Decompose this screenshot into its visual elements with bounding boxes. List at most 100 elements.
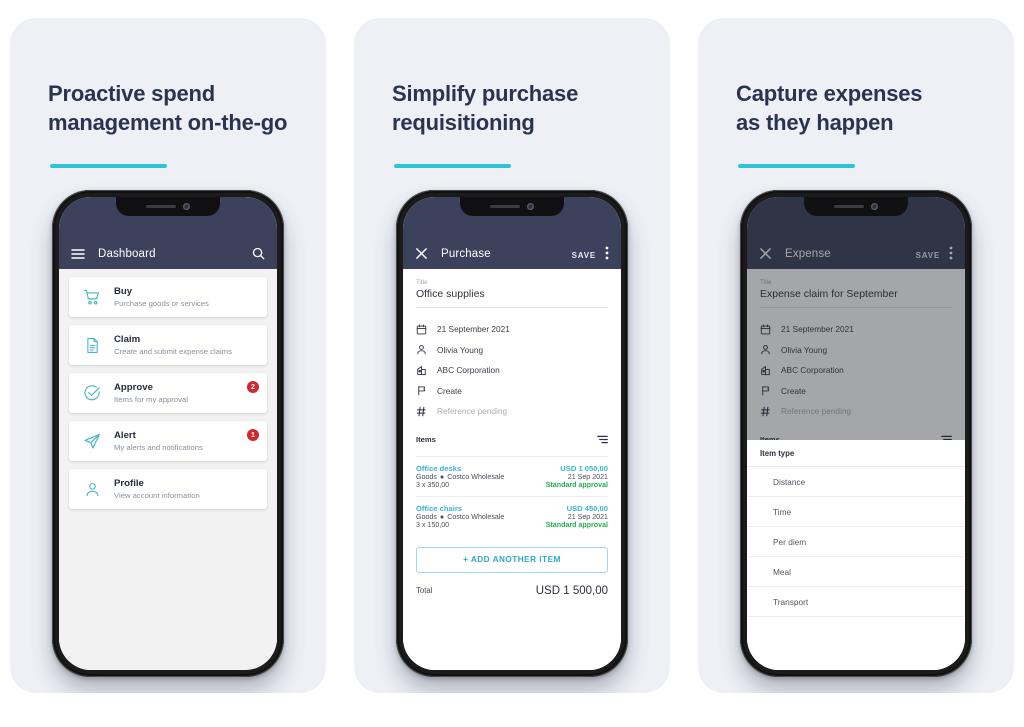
- card-subtitle: Create and submit expense claims: [114, 347, 232, 356]
- promo-panel-purchase: Simplify purchase requisitioning Purchas…: [354, 18, 670, 693]
- front-camera-icon: [183, 203, 190, 210]
- card-title: Alert: [114, 430, 136, 441]
- calendar-icon: [416, 324, 437, 335]
- earpiece-speaker-icon: [834, 204, 864, 209]
- item-type-option-transport[interactable]: Transport: [747, 587, 965, 617]
- earpiece-speaker-icon: [146, 204, 176, 209]
- detail-row-company[interactable]: ABC Corporation: [416, 360, 608, 381]
- line-item-name: Office desks: [416, 463, 462, 473]
- line-item-category: Goods: [416, 472, 437, 481]
- panel-headline-2: Simplify purchase requisitioning: [392, 81, 579, 135]
- card-title: Profile: [114, 478, 144, 489]
- line-item-amount: USD 450,00: [566, 503, 608, 513]
- card-title: Buy: [114, 286, 133, 297]
- dashboard-card-profile[interactable]: Profile View account information: [69, 469, 267, 509]
- dashboard-card-claim[interactable]: Claim Create and submit expense claims: [69, 325, 267, 365]
- detail-row-reference[interactable]: Reference pending: [416, 401, 608, 422]
- app-bar-title: Dashboard: [98, 248, 156, 260]
- headline-underline-3: [738, 164, 855, 168]
- detail-row-status[interactable]: Create: [416, 381, 608, 402]
- paper-plane-icon: [79, 432, 105, 450]
- shopping-cart-icon: [79, 288, 105, 306]
- person-icon: [416, 344, 437, 355]
- card-title: Claim: [114, 334, 141, 345]
- hash-icon: [416, 406, 437, 417]
- title-field-label: Title: [416, 279, 428, 286]
- phone-mockup-2: Purchase SAVE Title Office supplies 21 S…: [396, 190, 628, 677]
- headline-underline-2: [394, 164, 511, 168]
- separator-dot: ●: [439, 512, 445, 521]
- add-another-item-button[interactable]: + ADD ANOTHER ITEM: [416, 546, 608, 573]
- total-value: USD 1 500,00: [535, 584, 608, 597]
- front-camera-icon: [871, 203, 878, 210]
- phone-notch-2: [460, 197, 564, 216]
- line-item-quantity: 3 x 350,00: [416, 480, 450, 489]
- phone-mockup-3: Expense SAVE Title Expense claim for Sep…: [740, 190, 972, 677]
- headline-underline-1: [50, 164, 167, 168]
- dashboard-card-list: Buy Purchase goods or services Claim Cre…: [59, 269, 277, 670]
- line-item-amount: USD 1 050,00: [560, 463, 608, 473]
- status-badge: 1: [247, 429, 259, 441]
- sort-filter-icon[interactable]: [597, 431, 608, 449]
- phone-mockup-1: Dashboard Buy Purchase goods or services…: [52, 190, 284, 677]
- dashboard-card-buy[interactable]: Buy Purchase goods or services: [69, 277, 267, 317]
- earpiece-speaker-icon: [490, 204, 520, 209]
- line-item-status: Standard approval: [545, 520, 608, 529]
- detail-row-text: 21 September 2021: [437, 324, 510, 335]
- card-subtitle: My alerts and notifications: [114, 443, 203, 452]
- document-icon: [79, 337, 105, 354]
- detail-row-list: 21 September 2021 Olivia Young ABC Corpo…: [416, 308, 608, 422]
- app-bar-title: Purchase: [441, 248, 491, 260]
- front-camera-icon: [527, 203, 534, 210]
- dashboard-card-alert[interactable]: Alert My alerts and notifications 1: [69, 421, 267, 461]
- card-title: Approve: [114, 382, 153, 393]
- panel-headline-3: Capture expenses as they happen: [736, 81, 923, 135]
- sheet-title: Item type: [747, 440, 965, 467]
- check-circle-icon: [79, 384, 105, 402]
- title-field-value: Office supplies: [416, 288, 485, 300]
- item-type-option-meal[interactable]: Meal: [747, 557, 965, 587]
- app-store-screenshot-gallery: Proactive spend management on-the-go Das…: [0, 0, 1024, 727]
- flag-icon: [416, 385, 437, 396]
- status-badge: 2: [247, 381, 259, 393]
- purchase-form: Title Office supplies 21 September 2021 …: [403, 269, 621, 670]
- items-label: Items: [416, 435, 436, 444]
- search-icon[interactable]: [252, 247, 265, 260]
- item-type-option-distance[interactable]: Distance: [747, 467, 965, 497]
- more-vertical-icon[interactable]: [605, 246, 609, 260]
- close-icon[interactable]: [415, 247, 428, 260]
- phone-notch-1: [116, 197, 220, 216]
- item-type-option-per-diem[interactable]: Per diem: [747, 527, 965, 557]
- line-item-category: Goods: [416, 512, 437, 521]
- items-section-header: Items: [416, 422, 608, 457]
- person-icon: [79, 481, 105, 498]
- detail-row-text: Olivia Young: [437, 344, 484, 355]
- line-item-vendor: Costco Wholesale: [447, 512, 505, 521]
- total-label: Total: [416, 586, 433, 595]
- line-item-status: Standard approval: [545, 480, 608, 489]
- dashboard-card-approve[interactable]: Approve Items for my approval 2: [69, 373, 267, 413]
- line-item-date: 21 Sep 2021: [567, 512, 608, 521]
- separator-dot: ●: [439, 472, 445, 481]
- phone-notch-3: [804, 197, 908, 216]
- total-row: Total USD 1 500,00: [416, 573, 608, 597]
- line-item-name: Office chairs: [416, 503, 463, 513]
- line-item[interactable]: Office chairs USD 450,00 Goods ● Costco Wh…: [416, 497, 608, 536]
- item-type-picker-sheet: Item type Distance Time Per diem Meal Tr…: [747, 440, 965, 670]
- line-item-quantity: 3 x 150,00: [416, 520, 450, 529]
- promo-panel-dashboard: Proactive spend management on-the-go Das…: [10, 18, 326, 693]
- line-item-vendor: Costco Wholesale: [447, 472, 505, 481]
- detail-row-text: Reference pending: [437, 406, 508, 417]
- save-button[interactable]: SAVE: [572, 251, 596, 260]
- hamburger-icon[interactable]: [71, 248, 85, 260]
- title-field[interactable]: Title Office supplies: [416, 269, 608, 308]
- building-icon: [416, 365, 437, 376]
- detail-row-requester[interactable]: Olivia Young: [416, 340, 608, 361]
- card-subtitle: View account information: [114, 491, 200, 500]
- line-item[interactable]: Office desks USD 1 050,00 Goods ● Costco W…: [416, 457, 608, 497]
- detail-row-text: Create: [437, 385, 462, 396]
- item-type-option-time[interactable]: Time: [747, 497, 965, 527]
- detail-row-date[interactable]: 21 September 2021: [416, 319, 608, 340]
- promo-panel-expense: Capture expenses as they happen Expense …: [698, 18, 1014, 693]
- card-subtitle: Items for my approval: [114, 395, 188, 404]
